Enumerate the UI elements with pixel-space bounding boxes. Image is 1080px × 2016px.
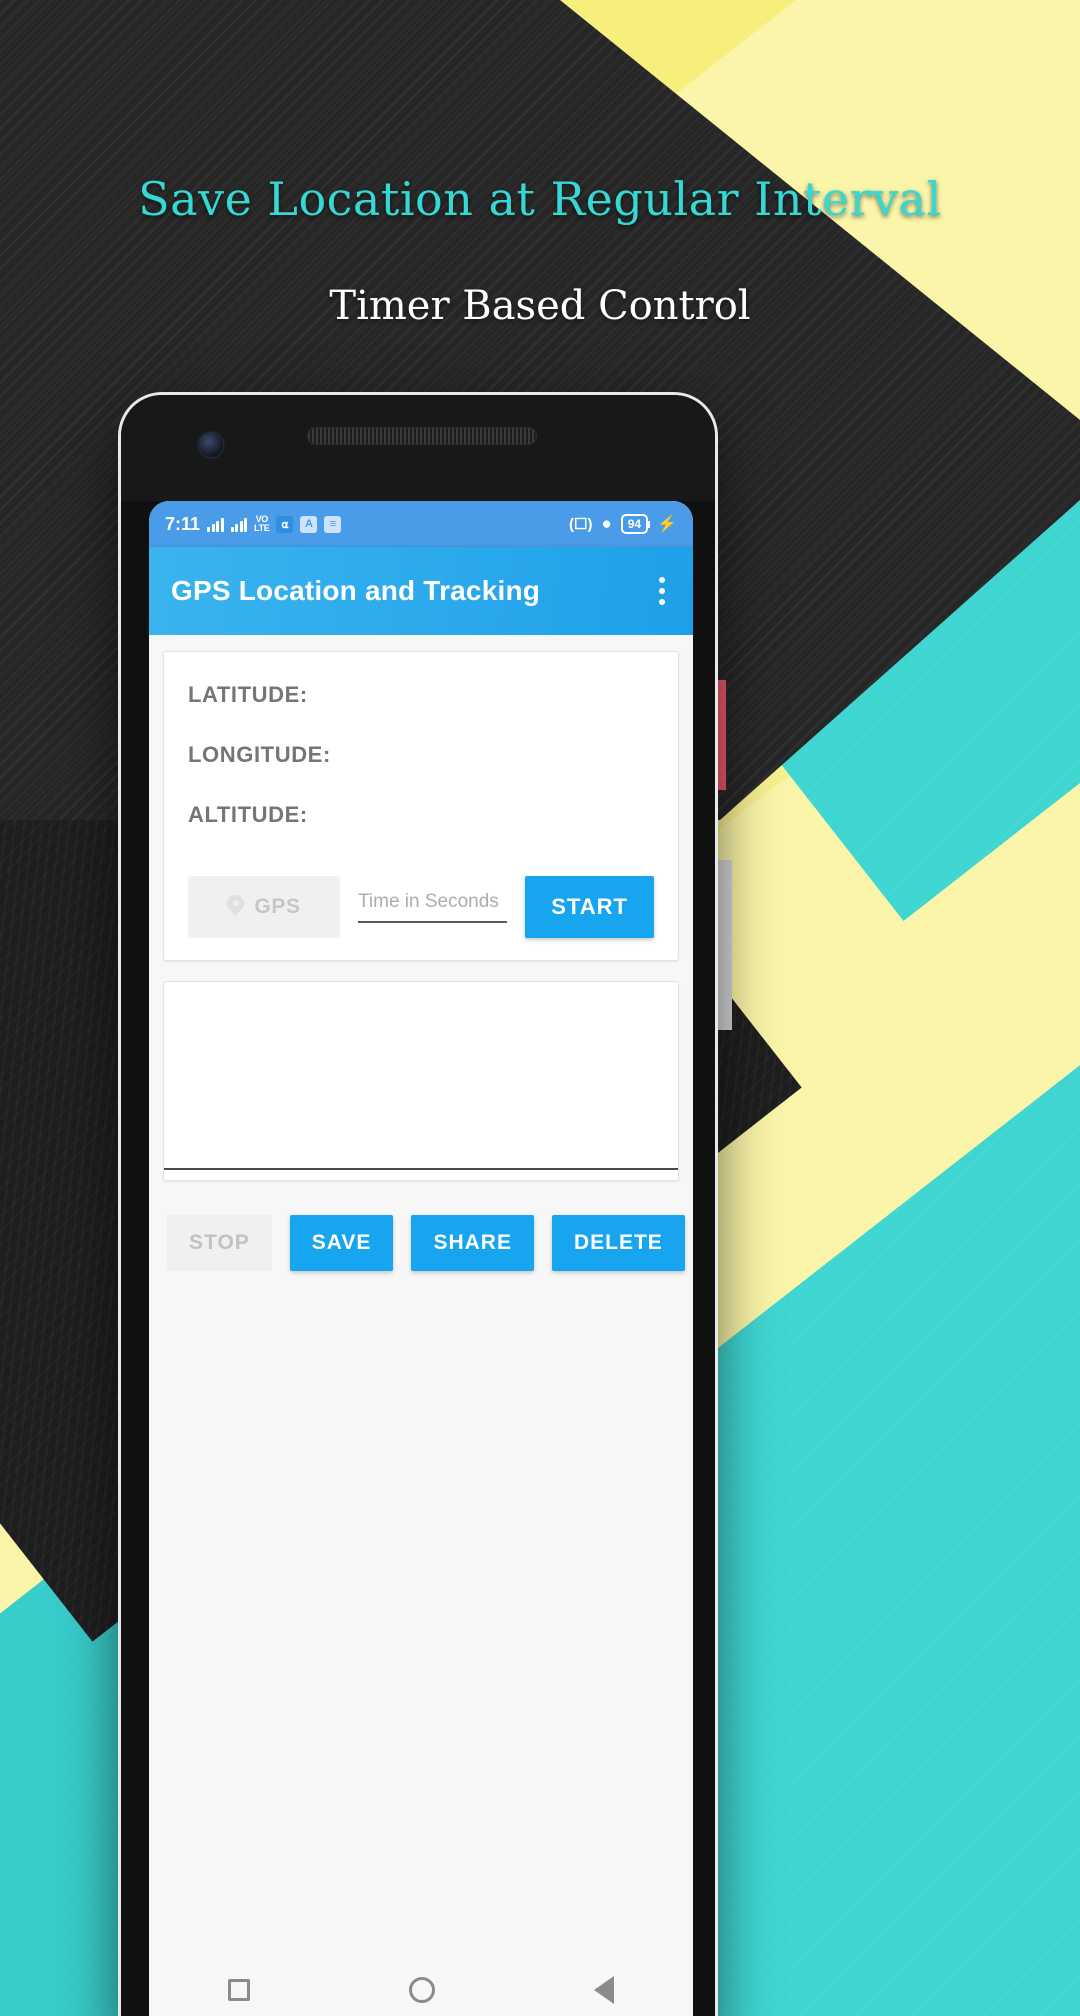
altitude-label: ALTITUDE: — [188, 802, 308, 827]
time-input-placeholder: Time in Seconds — [358, 891, 499, 912]
square-icon[interactable] — [228, 1979, 251, 2001]
download-icon: ≡ — [324, 515, 342, 533]
gps-control-row: GPS Time in Seconds START — [188, 876, 654, 938]
android-navigation-bar — [149, 1945, 693, 2016]
delete-button[interactable]: DELETE — [551, 1215, 685, 1271]
log-textarea-card[interactable] — [163, 981, 679, 1181]
latitude-label: LATITUDE: — [188, 682, 308, 707]
gps-button[interactable]: GPS — [188, 876, 340, 938]
coordinates-card: LATITUDE: LONGITUDE: ALTITUDE: GPS Time … — [163, 651, 679, 961]
lightning-bolt-icon: ⚡ — [657, 516, 677, 533]
promo-subheadline: Timer Based Control — [329, 283, 751, 329]
share-button[interactable]: SHARE — [411, 1215, 534, 1271]
status-bar: 7:11 VO LTE ⍺ A ≡ (☐) ● 94 ⚡ — [149, 501, 693, 547]
app-icon-a: A — [300, 515, 318, 533]
action-button-row: STOP SAVE SHARE DELETE — [163, 1215, 685, 1271]
promo-headline: Save Location at Regular Interval — [138, 172, 942, 226]
signal-bars-icon-1 — [207, 516, 224, 532]
page-title: GPS Location and Tracking — [171, 575, 541, 606]
time-in-seconds-input[interactable]: Time in Seconds — [358, 891, 508, 923]
front-camera-icon — [199, 433, 223, 457]
save-button[interactable]: SAVE — [289, 1215, 394, 1271]
gps-button-label: GPS — [254, 895, 301, 918]
stop-button[interactable]: STOP — [167, 1215, 272, 1271]
vibrate-icon: (☐) — [569, 516, 593, 533]
phone-screen: 7:11 VO LTE ⍺ A ≡ (☐) ● 94 ⚡ GPS Locatio… — [149, 501, 693, 2016]
triangle-back-icon[interactable] — [593, 1976, 614, 2004]
phone-bezel-top — [121, 395, 715, 501]
volte-icon: VO LTE — [254, 514, 270, 533]
more-vertical-icon[interactable] — [653, 569, 671, 613]
status-time: 7:11 — [165, 513, 201, 534]
location-pin-icon: ● — [601, 514, 612, 533]
phone-mockup: 7:11 VO LTE ⍺ A ≡ (☐) ● 94 ⚡ GPS Locatio… — [118, 392, 718, 2016]
start-button[interactable]: START — [525, 876, 654, 938]
signal-bars-icon-2 — [230, 516, 248, 532]
battery-indicator: 94 — [620, 514, 651, 534]
earpiece-speaker-icon — [307, 427, 537, 445]
longitude-label: LONGITUDE: — [188, 742, 331, 767]
log-underline — [164, 1168, 678, 1170]
circle-icon[interactable] — [408, 1977, 435, 2003]
app-bar: GPS Location and Tracking — [149, 547, 693, 635]
app-content: LATITUDE: LONGITUDE: ALTITUDE: GPS Time … — [149, 635, 693, 2016]
location-pin-icon — [227, 895, 244, 919]
usb-icon: ⍺ — [276, 515, 294, 533]
